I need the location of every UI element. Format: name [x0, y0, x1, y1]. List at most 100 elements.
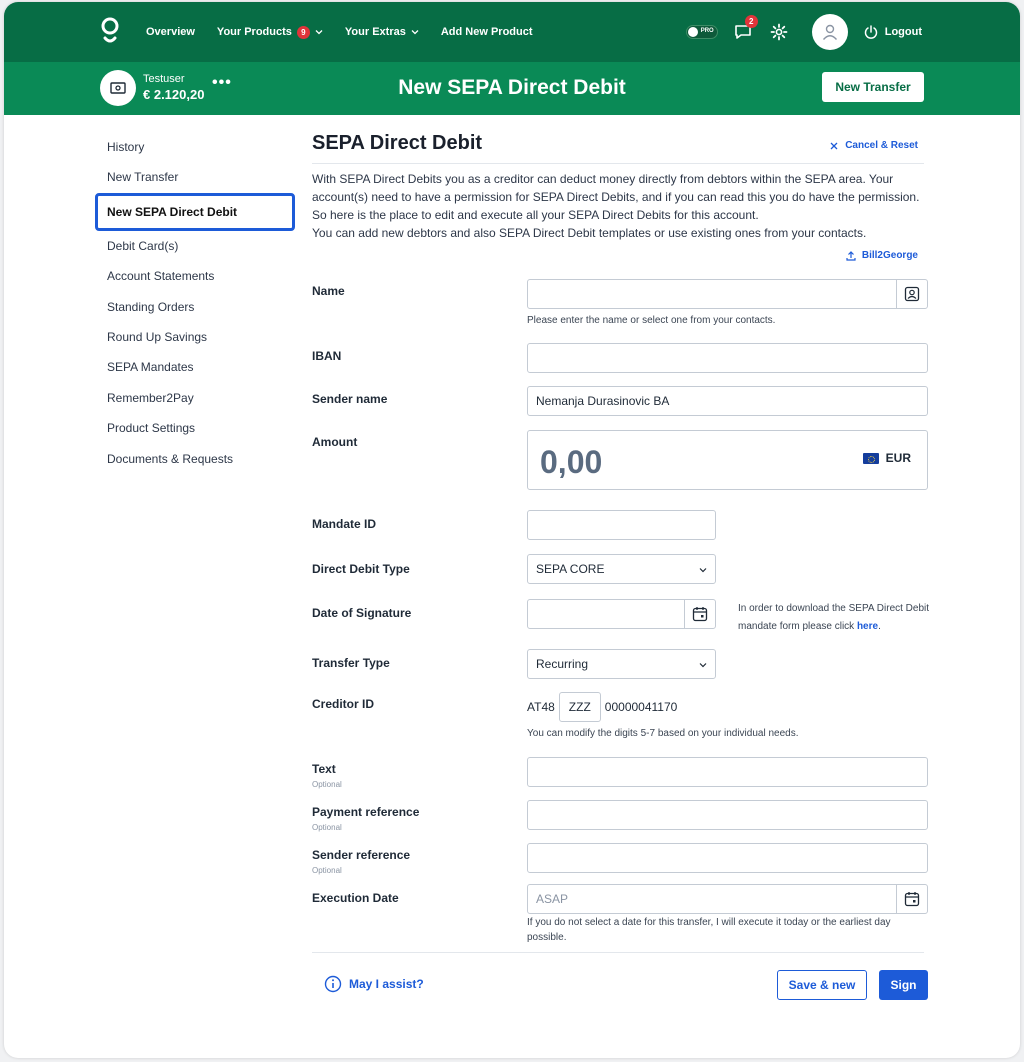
sender-reference-optional: Optional — [312, 866, 342, 875]
nav-your-extras[interactable]: Your Extras — [345, 26, 419, 38]
text-input[interactable] — [527, 757, 928, 787]
iban-input[interactable] — [527, 343, 928, 373]
user-avatar[interactable] — [811, 14, 848, 50]
execution-date-picker-button[interactable] — [896, 884, 928, 914]
amount-value: 0,00 — [540, 444, 603, 480]
sidebar-item-account-statements[interactable]: Account Statements — [95, 261, 295, 291]
sender-reference-label: Sender reference — [312, 848, 411, 862]
mandate-id-label: Mandate ID — [312, 517, 377, 531]
close-icon — [830, 142, 838, 149]
nav-your-products[interactable]: Your Products 9 — [216, 25, 323, 39]
nav-overview[interactable]: Overview — [146, 26, 195, 38]
info-icon — [324, 975, 342, 993]
payment-reference-label: Payment reference — [312, 805, 420, 819]
pro-toggle[interactable]: PRO — [685, 25, 718, 39]
payment-reference-optional: Optional — [312, 823, 342, 832]
chevron-down-icon — [315, 30, 323, 35]
sidebar-item-product-settings[interactable]: Product Settings — [95, 413, 295, 443]
sidebar-item-documents-requests[interactable]: Documents & Requests — [95, 444, 295, 474]
sign-button[interactable]: Sign — [879, 970, 928, 1000]
nav-add-new-product[interactable]: Add New Product — [441, 26, 533, 38]
signature-note-text: In order to download the SEPA Direct Deb… — [738, 603, 930, 632]
amount-label: Amount — [312, 435, 358, 449]
currency-label: EUR — [885, 451, 911, 465]
payment-reference-input[interactable] — [527, 800, 928, 830]
execution-date-hint: If you do not select a date for this tra… — [527, 917, 891, 943]
creditor-id-prefix: AT48 — [527, 700, 555, 714]
sidebar-item-debit-cards[interactable]: Debit Card(s) — [95, 231, 295, 261]
signature-note: In order to download the SEPA Direct Deb… — [738, 600, 930, 636]
signature-date-input[interactable] — [527, 599, 685, 629]
divider — [312, 952, 924, 953]
direct-debit-type-select[interactable]: SEPA CORE — [527, 554, 716, 584]
calendar-icon — [692, 607, 708, 622]
period: . — [878, 621, 881, 632]
name-label: Name — [312, 284, 345, 298]
sender-name-input[interactable]: Nemanja Durasinovic BA — [527, 386, 928, 416]
sidebar-item-remember2pay[interactable]: Remember2Pay — [95, 383, 295, 413]
mandate-form-link[interactable]: here — [857, 621, 878, 632]
save-and-new-button[interactable]: Save & new — [777, 970, 867, 1000]
signature-date-picker-button[interactable] — [684, 599, 716, 629]
sidebar-item-new-transfer[interactable]: New Transfer — [95, 162, 295, 192]
nav-your-products-label: Your Products — [216, 26, 292, 38]
amount-input[interactable]: 0,00 EUR — [527, 430, 928, 490]
contacts-button[interactable] — [896, 279, 928, 309]
upload-icon — [846, 250, 856, 261]
power-icon — [864, 25, 877, 39]
contact-card-icon — [904, 286, 920, 302]
user-icon — [822, 24, 837, 40]
nav-your-extras-label: Your Extras — [344, 26, 406, 38]
intro-paragraph: You can add new debtors and also SEPA Di… — [312, 226, 867, 240]
sidebar-item-round-up-savings[interactable]: Round Up Savings — [95, 322, 295, 352]
mandate-id-input[interactable] — [527, 510, 716, 540]
george-logo-icon[interactable] — [99, 16, 121, 48]
sidebar: History New Transfer New SEPA Direct Deb… — [95, 132, 295, 474]
calendar-icon — [904, 892, 920, 907]
pro-toggle-knob — [687, 27, 698, 37]
creditor-id-row: AT48 ZZZ 00000041170 — [527, 692, 677, 722]
text-optional: Optional — [312, 780, 342, 789]
execution-date-label: Execution Date — [312, 891, 399, 905]
sidebar-item-standing-orders[interactable]: Standing Orders — [95, 292, 295, 322]
eu-flag-icon — [862, 452, 879, 464]
assist-button[interactable]: May I assist? — [324, 975, 424, 993]
iban-label: IBAN — [312, 349, 342, 363]
account-header: Testuser € 2.120,20 ••• New SEPA Direct … — [4, 62, 1020, 115]
cancel-reset-label: Cancel & Reset — [845, 140, 918, 151]
app-window: Overview Your Products 9 Your Extras Add… — [4, 2, 1020, 1058]
transfer-type-select[interactable]: Recurring — [527, 649, 716, 679]
nav-right: PRO 2 Logout — [685, 2, 922, 62]
text-label: Text — [312, 762, 336, 776]
chevron-down-icon — [699, 568, 707, 573]
assist-label: May I assist? — [349, 977, 424, 991]
direct-debit-type-value: SEPA CORE — [536, 562, 605, 576]
sender-reference-input[interactable] — [527, 843, 928, 873]
sidebar-item-history[interactable]: History — [95, 132, 295, 162]
logout-button[interactable]: Logout — [864, 25, 922, 39]
sender-name-label: Sender name — [312, 392, 388, 406]
top-navigation: Overview Your Products 9 Your Extras Add… — [4, 2, 1020, 62]
cancel-reset-button[interactable]: Cancel & Reset — [830, 140, 918, 151]
creditor-id-suffix: 00000041170 — [604, 700, 678, 714]
intro-paragraph: With SEPA Direct Debits you as a credito… — [312, 172, 920, 222]
settings-button[interactable] — [768, 21, 790, 43]
form-title: SEPA Direct Debit — [312, 132, 483, 154]
bill2george-label: Bill2George — [861, 250, 918, 261]
name-input[interactable] — [527, 279, 897, 309]
currency-selector[interactable]: EUR — [862, 451, 911, 465]
products-count-badge: 9 — [296, 25, 310, 39]
bill2george-link[interactable]: Bill2George — [846, 250, 918, 261]
chevron-down-icon — [699, 663, 707, 668]
signature-date-label: Date of Signature — [312, 606, 412, 620]
gear-icon — [770, 23, 788, 41]
sidebar-item-sepa-mandates[interactable]: SEPA Mandates — [95, 352, 295, 382]
execution-date-input[interactable]: ASAP — [527, 884, 897, 914]
creditor-id-editable[interactable]: ZZZ — [558, 692, 601, 722]
messages-button[interactable]: 2 — [732, 15, 758, 43]
messages-count-badge: 2 — [744, 15, 758, 28]
creditor-id-label: Creditor ID — [312, 697, 375, 711]
intro-text: With SEPA Direct Debits you as a credito… — [312, 170, 926, 242]
new-transfer-button[interactable]: New Transfer — [822, 72, 924, 102]
sidebar-item-new-sepa-direct-debit[interactable]: New SEPA Direct Debit — [95, 192, 295, 231]
